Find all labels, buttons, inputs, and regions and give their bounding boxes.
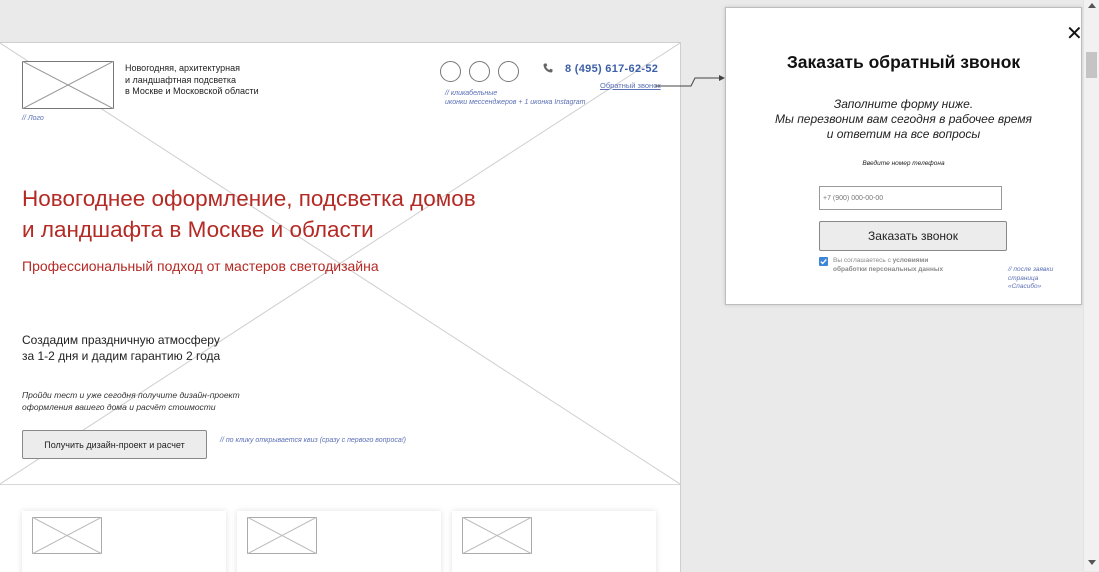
modal-description: Заполните форму ниже. Мы перезвоним вам … xyxy=(775,97,1032,141)
feature-card xyxy=(237,511,441,572)
phone-input[interactable] xyxy=(819,186,1002,210)
hero-title: Новогоднее оформление, подсветка домов и… xyxy=(22,186,476,242)
vertical-scrollbar[interactable] xyxy=(1083,0,1099,571)
callback-modal: Заказать обратный звонок Заполните форму… xyxy=(725,7,1082,305)
close-icon[interactable]: ✕ xyxy=(1066,24,1083,44)
consent-text: Вы соглашаетесь с условиями обработки пе… xyxy=(833,257,943,274)
modal-title: Заказать обратный звонок xyxy=(786,52,1021,72)
check-icon xyxy=(820,258,827,265)
connector-arrow xyxy=(655,75,725,87)
feature-card xyxy=(452,511,656,572)
quiz-invite-text: Пройди тест и уже сегодня получите дизай… xyxy=(22,390,240,412)
logo-note: // Лого xyxy=(22,115,44,122)
consent-checkbox[interactable] xyxy=(819,257,828,266)
image-placeholder xyxy=(32,517,102,554)
order-call-button[interactable]: Заказать звонок xyxy=(819,221,1007,251)
image-placeholder xyxy=(462,517,532,554)
hero-subtitle: Профессиональный подход от мастеров свет… xyxy=(22,258,379,274)
company-tagline: Новогодняя, архитектурная и ландшафтная … xyxy=(125,63,259,96)
landing-page-wireframe: // Лого Новогодняя, архитектурная и ланд… xyxy=(0,42,681,572)
header-phone-number[interactable]: 8 (495) 617-62-52 xyxy=(565,63,658,75)
scroll-down-arrow-icon[interactable] xyxy=(1088,560,1096,565)
scroll-thumb[interactable] xyxy=(1086,52,1097,78)
get-design-project-button[interactable]: Получить дизайн-проект и расчет xyxy=(22,430,207,459)
image-placeholder xyxy=(247,517,317,554)
logo-placeholder[interactable] xyxy=(22,61,114,109)
section-divider xyxy=(0,484,680,485)
thanks-page-note: // после заявки страница «Спасибо» xyxy=(1008,266,1054,290)
phone-field-label: Введите номер телефона xyxy=(862,160,945,167)
messenger-icon[interactable] xyxy=(440,61,461,82)
callback-link[interactable]: Обратный звонок xyxy=(600,81,661,90)
messenger-note: // кликабельные иконки мессенджеров + 1 … xyxy=(445,90,586,106)
phone-icon xyxy=(543,63,553,73)
messenger-icons xyxy=(440,61,519,82)
feature-card xyxy=(22,511,226,572)
scroll-up-arrow-icon[interactable] xyxy=(1088,3,1096,8)
instagram-icon[interactable] xyxy=(498,61,519,82)
cta-note: // по клику открывается квиз (сразу с пе… xyxy=(220,437,407,444)
consent-prefix: Вы соглашаетесь с xyxy=(833,257,891,264)
feature-cards xyxy=(22,511,656,572)
messenger-icon[interactable] xyxy=(469,61,490,82)
hero-promise-text: Создадим праздничную атмосферу за 1-2 дн… xyxy=(22,333,221,363)
